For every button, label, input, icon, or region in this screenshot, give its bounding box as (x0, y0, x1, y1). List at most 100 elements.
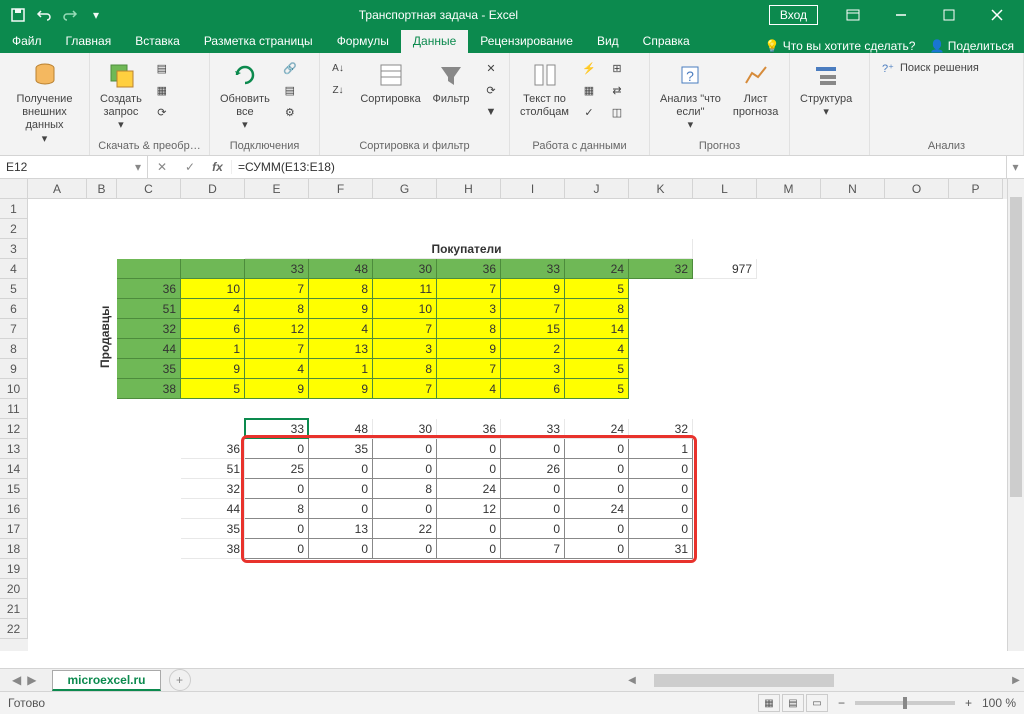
cell[interactable]: 10 (181, 279, 245, 299)
cell[interactable]: 30 (373, 419, 437, 439)
col-header[interactable]: E (245, 179, 309, 199)
cell[interactable]: 24 (565, 499, 629, 519)
cell[interactable]: 33 (245, 259, 309, 279)
cell[interactable]: 8 (565, 299, 629, 319)
filter-button[interactable]: Фильтр (427, 57, 475, 108)
cell[interactable]: 51 (117, 299, 181, 319)
cell[interactable] (181, 259, 245, 279)
ribbon-display-icon[interactable] (830, 0, 876, 29)
cell[interactable]: 0 (501, 519, 565, 539)
cell[interactable]: 33 (501, 419, 565, 439)
col-header[interactable]: L (693, 179, 757, 199)
tab-insert[interactable]: Вставка (123, 30, 192, 53)
row-header[interactable]: 12 (0, 419, 28, 439)
share-button[interactable]: 👤 Поделиться (929, 39, 1014, 53)
cell[interactable]: 5 (565, 379, 629, 399)
cell[interactable]: 5 (565, 279, 629, 299)
row-header[interactable]: 20 (0, 579, 28, 599)
cell[interactable]: 9 (309, 379, 373, 399)
cell[interactable]: 0 (309, 539, 373, 559)
tab-view[interactable]: Вид (585, 30, 631, 53)
cell[interactable]: 1 (629, 439, 693, 459)
row-header[interactable]: 11 (0, 399, 28, 419)
col-header[interactable]: I (501, 179, 565, 199)
cell[interactable]: 0 (373, 439, 437, 459)
connections-button[interactable]: 🔗 (278, 57, 302, 79)
select-all-corner[interactable] (0, 179, 28, 199)
data-validation-button[interactable]: ✓ (577, 101, 601, 123)
col-header[interactable]: K (629, 179, 693, 199)
clear-filter-button[interactable]: ✕ (479, 57, 503, 79)
cell[interactable]: 0 (437, 439, 501, 459)
row-header[interactable]: 8 (0, 339, 28, 359)
cell[interactable]: 0 (565, 459, 629, 479)
cell[interactable]: 32 (629, 259, 693, 279)
cell[interactable]: 11 (373, 279, 437, 299)
cell[interactable]: 5 (565, 359, 629, 379)
col-header[interactable]: C (117, 179, 181, 199)
cell[interactable]: 36 (117, 279, 181, 299)
cell[interactable]: 0 (629, 519, 693, 539)
cell[interactable]: 3 (501, 359, 565, 379)
cell[interactable]: 22 (373, 519, 437, 539)
cell[interactable]: 13 (309, 519, 373, 539)
cell[interactable]: 0 (565, 439, 629, 459)
tell-me[interactable]: 💡 Что вы хотите сделать? (765, 39, 916, 53)
formula-input[interactable]: =СУММ(E13:E18) (232, 160, 1006, 174)
cell[interactable]: 0 (245, 479, 309, 499)
add-sheet-button[interactable]: + (169, 669, 191, 691)
accept-formula-icon[interactable]: ✓ (176, 160, 204, 174)
col-header[interactable]: J (565, 179, 629, 199)
cell[interactable]: 0 (245, 519, 309, 539)
cell[interactable]: 7 (501, 299, 565, 319)
forecast-sheet-button[interactable]: Лист прогноза (729, 57, 782, 121)
get-external-data-button[interactable]: Получение внешних данных ▾ (6, 57, 83, 148)
row-header[interactable]: 15 (0, 479, 28, 499)
cell[interactable]: 4 (565, 339, 629, 359)
cell[interactable]: Покупатели (245, 239, 693, 259)
cell[interactable]: 15 (501, 319, 565, 339)
cell[interactable]: 0 (501, 499, 565, 519)
reapply-button[interactable]: ⟳ (479, 79, 503, 101)
cell[interactable]: 8 (373, 359, 437, 379)
cell[interactable]: 4 (181, 299, 245, 319)
cell[interactable]: 8 (373, 479, 437, 499)
col-header[interactable]: P (949, 179, 1003, 199)
maximize-icon[interactable] (926, 0, 972, 29)
new-query-button[interactable]: Создать запрос ▾ (96, 57, 146, 135)
login-button[interactable]: Вход (769, 5, 818, 25)
cell[interactable]: 32 (117, 319, 181, 339)
cell[interactable]: 38 (181, 539, 245, 559)
row-header[interactable]: 5 (0, 279, 28, 299)
cell[interactable]: 0 (565, 539, 629, 559)
cell[interactable]: 51 (181, 459, 245, 479)
cell[interactable]: 36 (437, 259, 501, 279)
tab-review[interactable]: Рецензирование (468, 30, 585, 53)
cell[interactable]: 0 (309, 459, 373, 479)
cell[interactable]: 10 (373, 299, 437, 319)
cell[interactable]: 9 (437, 339, 501, 359)
sheet-tab[interactable]: microexcel.ru (52, 670, 160, 691)
row-header[interactable]: 13 (0, 439, 28, 459)
cell[interactable]: 0 (245, 439, 309, 459)
cell[interactable]: 12 (437, 499, 501, 519)
cell[interactable]: 25 (245, 459, 309, 479)
cell[interactable]: 30 (373, 259, 437, 279)
recent-sources-button[interactable]: ⟳ (150, 101, 174, 123)
solver-button[interactable]: ?⁺Поиск решения (876, 57, 983, 79)
cell[interactable] (117, 259, 181, 279)
outline-button[interactable]: Структура ▾ (796, 57, 856, 121)
sort-za-button[interactable]: Z↓ (326, 79, 350, 101)
cell[interactable]: 14 (565, 319, 629, 339)
cell[interactable]: 8 (245, 499, 309, 519)
row-header[interactable]: 21 (0, 599, 28, 619)
show-queries-button[interactable]: ▤ (150, 57, 174, 79)
cell[interactable]: 26 (501, 459, 565, 479)
cell[interactable]: 0 (501, 479, 565, 499)
cell[interactable]: 4 (437, 379, 501, 399)
cell[interactable]: 0 (437, 519, 501, 539)
cell[interactable]: 4 (245, 359, 309, 379)
relationships-button[interactable]: ⇄ (605, 79, 629, 101)
cell[interactable]: 0 (245, 539, 309, 559)
minimize-icon[interactable] (878, 0, 924, 29)
